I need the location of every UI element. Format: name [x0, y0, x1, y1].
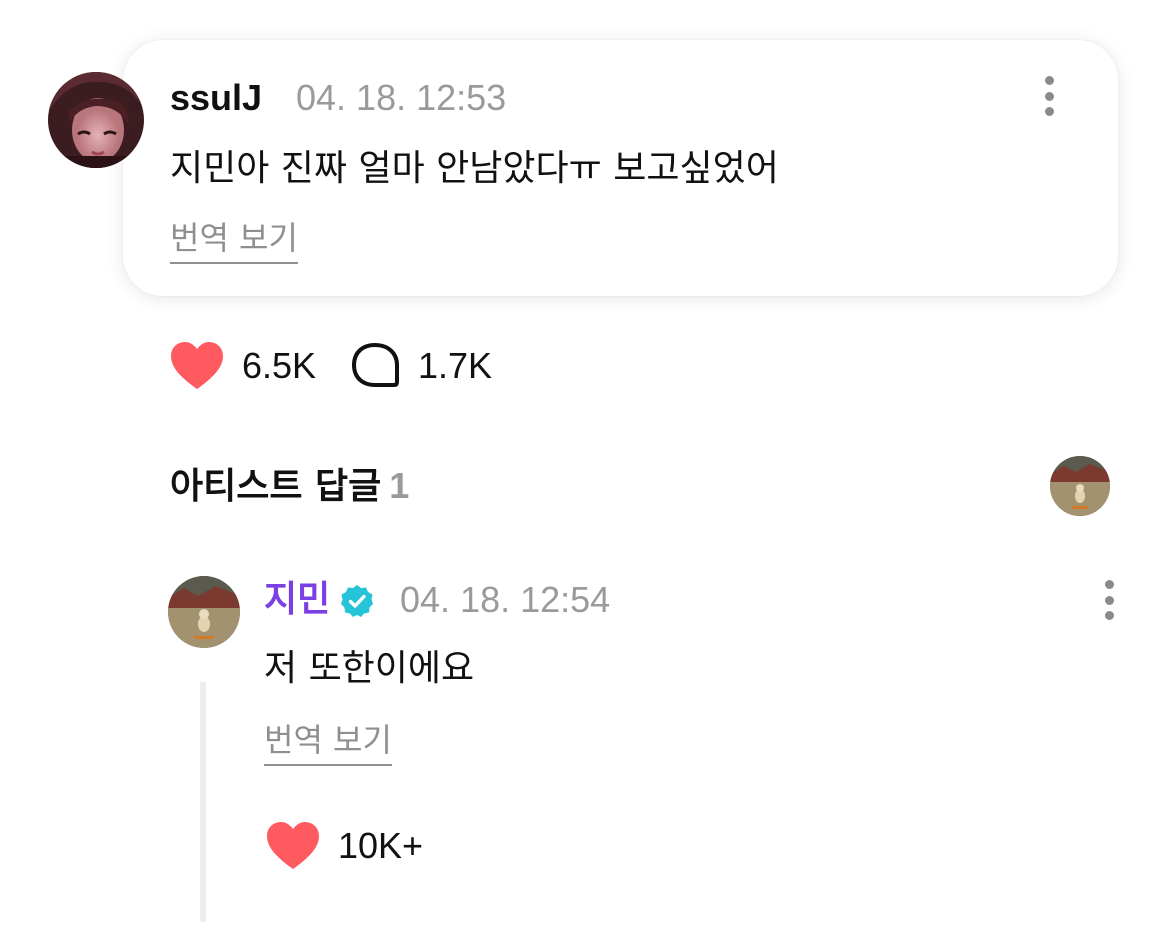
artist-avatar[interactable] — [168, 576, 240, 648]
reply-translate-button[interactable]: 번역 보기 — [264, 720, 392, 766]
heart-icon — [267, 822, 319, 869]
reply-like-button[interactable]: 10K+ — [266, 818, 423, 874]
reply-like-count: 10K+ — [338, 825, 424, 866]
reply-text: 저 또한이에요 — [264, 648, 475, 689]
reply-timestamp: 04. 18. 12:54 — [400, 579, 611, 620]
artist-avatar-small[interactable] — [1050, 456, 1110, 516]
reply-count-button[interactable]: 1.7K — [350, 338, 492, 394]
thread-line — [200, 682, 206, 922]
commenter-name[interactable]: ssulJ — [170, 76, 262, 120]
more-vertical-icon[interactable] — [1103, 580, 1115, 620]
comment-timestamp: 04. 18. 12:53 — [296, 77, 507, 118]
translate-button[interactable]: 번역 보기 — [170, 218, 298, 264]
more-vertical-icon[interactable] — [1043, 76, 1055, 116]
artist-replies-count: 1 — [389, 465, 410, 506]
like-button[interactable]: 6.5K — [170, 338, 316, 394]
commenter-avatar[interactable] — [48, 72, 144, 168]
verified-badge-icon — [341, 585, 373, 617]
artist-name[interactable]: 지민 — [264, 578, 330, 622]
like-count: 6.5K — [242, 345, 317, 386]
reply-count: 1.7K — [418, 345, 493, 386]
speech-bubble-icon — [352, 343, 399, 387]
artist-replies-heading: 아티스트 답글 1 — [170, 462, 409, 511]
comment-text: 지민아 진짜 얼마 안남았다ㅠ 보고싶었어 — [170, 148, 779, 189]
artist-replies-title: 아티스트 답글 — [170, 466, 382, 507]
heart-icon — [171, 342, 223, 389]
